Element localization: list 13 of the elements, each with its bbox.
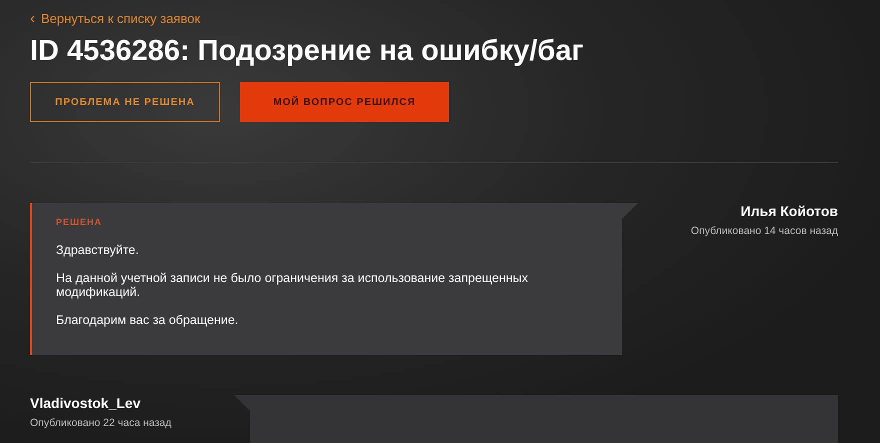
message-text: Здравствуйте.	[56, 243, 140, 257]
publish-time: Опубликовано 22 часа назад	[30, 417, 172, 429]
publish-time: Опубликовано 14 часов назад	[690, 225, 838, 237]
status-label: РЕШЕНА	[56, 216, 104, 229]
not-resolved-button[interactable]: ПРОБЛЕМА НЕ РЕШЕНА	[30, 82, 220, 122]
author-name: Илья Койотов	[740, 203, 838, 219]
message-text: На данной учетной записи не было ограничения за использование запрещенных модификаций.	[56, 271, 530, 299]
message-text: Благодарим вас за обращение.	[56, 313, 240, 327]
chevron-icon: ‹	[30, 10, 35, 28]
back-link[interactable]: ‹ Вернуться к списку заявок	[30, 10, 200, 28]
author-name: Vladivostok_Lev	[30, 395, 142, 411]
page-title: ID 4536286: Подозрение на ошибку/баг	[30, 34, 585, 69]
resolved-button[interactable]: МОЙ ВОПРОС РЕШИЛСЯ	[240, 82, 449, 122]
